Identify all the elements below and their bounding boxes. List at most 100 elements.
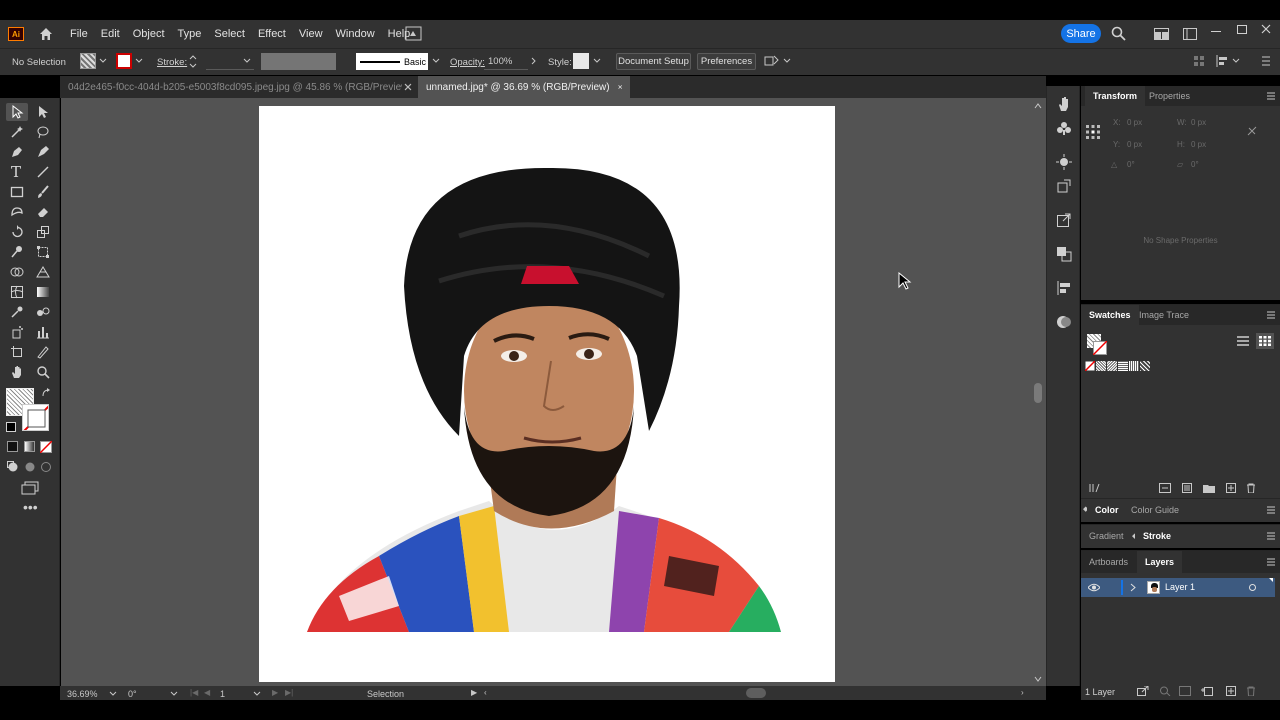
magic-wand-tool-icon[interactable] — [10, 125, 24, 139]
tab-document-1[interactable]: 04d2e465-f0cc-404d-b205-e5003f8cd095.jpe… — [60, 76, 420, 98]
mesh-tool-icon[interactable] — [10, 285, 24, 299]
symbol-sprayer-tool-icon[interactable] — [10, 325, 24, 339]
x-field[interactable]: 0 px — [1127, 118, 1142, 127]
close-icon[interactable] — [1261, 24, 1271, 34]
color-mode-icon[interactable] — [7, 441, 18, 452]
scroll-left-icon[interactable]: ‹ — [484, 688, 487, 697]
first-artboard-icon[interactable]: |◀ — [190, 688, 198, 697]
delete-swatch-icon[interactable] — [1245, 483, 1257, 493]
eraser-tool-icon[interactable] — [36, 205, 50, 219]
workspace-icon[interactable] — [1154, 28, 1169, 40]
panel-menu-icon[interactable] — [1267, 506, 1275, 514]
delete-layer-icon[interactable] — [1245, 686, 1257, 696]
rectangle-tool-icon[interactable] — [10, 185, 24, 199]
opacity-input[interactable]: 100% — [484, 53, 528, 70]
restore-icon[interactable] — [1237, 25, 1247, 34]
angle-field[interactable]: 0° — [1127, 160, 1135, 169]
close-icon[interactable] — [617, 83, 622, 91]
panel-menu-icon[interactable] — [1262, 56, 1270, 66]
placed-photo[interactable] — [259, 106, 835, 682]
draw-normal-icon[interactable] — [7, 461, 19, 473]
default-colors-icon[interactable] — [6, 422, 16, 432]
tab-image-trace[interactable]: Image Trace — [1131, 305, 1197, 325]
swatch-pattern-1[interactable] — [1107, 361, 1117, 371]
screen-mode-icon[interactable] — [21, 481, 39, 495]
new-folder-icon[interactable] — [1203, 483, 1215, 493]
symbols-icon[interactable] — [1056, 120, 1072, 136]
chevron-down-icon[interactable] — [593, 58, 601, 64]
h-field[interactable]: 0 px — [1191, 140, 1206, 149]
tab-properties[interactable]: Properties — [1141, 86, 1198, 106]
slice-tool-icon[interactable] — [36, 345, 50, 359]
transform-icon[interactable] — [1056, 178, 1072, 194]
visibility-eye-icon[interactable] — [1088, 583, 1100, 592]
scale-tool-icon[interactable] — [36, 225, 50, 239]
home-icon[interactable] — [38, 26, 54, 42]
tab-transform[interactable]: Transform — [1085, 86, 1146, 106]
vertical-scroll-thumb[interactable] — [1034, 383, 1042, 403]
menu-effect[interactable]: Effect — [258, 28, 286, 40]
variable-width-profile[interactable] — [261, 53, 336, 70]
puppet-warp-icon[interactable] — [1056, 96, 1072, 112]
stroke-color-box[interactable] — [22, 404, 49, 431]
chevron-down-icon[interactable] — [99, 58, 107, 64]
shape-builder-tool-icon[interactable] — [10, 265, 24, 279]
swatch-stroke-preview[interactable] — [1093, 341, 1107, 355]
y-field[interactable]: 0 px — [1127, 140, 1142, 149]
new-layer-icon[interactable] — [1225, 686, 1237, 696]
shear-field[interactable]: 0° — [1191, 160, 1199, 169]
free-transform-tool-icon[interactable] — [36, 245, 50, 259]
export-icon[interactable] — [1056, 212, 1072, 228]
vertical-scrollbar[interactable] — [1030, 98, 1046, 686]
arrange-icon[interactable] — [764, 54, 780, 68]
tab-layers[interactable]: Layers — [1137, 551, 1183, 573]
chevron-down-icon[interactable] — [170, 691, 178, 697]
chevron-down-icon[interactable] — [243, 58, 251, 64]
tab-document-2[interactable]: unnamed.jpg* @ 36.69 % (RGB/Preview) — [418, 76, 630, 98]
search-icon[interactable] — [1111, 26, 1126, 41]
list-view-icon[interactable] — [1237, 336, 1249, 346]
close-icon[interactable] — [404, 83, 412, 91]
tab-swatches[interactable]: Swatches — [1081, 305, 1139, 325]
minimize-icon[interactable] — [1211, 31, 1221, 32]
menu-view[interactable]: View — [299, 28, 323, 40]
status-menu-icon[interactable]: ▶ — [471, 688, 477, 697]
rotation-view[interactable]: 0° — [128, 689, 137, 699]
gradient-mode-icon[interactable] — [24, 441, 35, 452]
tab-stroke[interactable]: Stroke — [1135, 525, 1180, 547]
menu-file[interactable]: File — [70, 28, 88, 40]
scroll-down-icon[interactable] — [1034, 676, 1042, 682]
expand-arrow-icon[interactable] — [1130, 583, 1136, 592]
swap-colors-icon[interactable] — [41, 388, 51, 398]
horizontal-scroll-thumb[interactable] — [746, 688, 766, 698]
brush-definition[interactable]: Basic — [356, 53, 428, 70]
menu-edit[interactable]: Edit — [101, 28, 120, 40]
tab-color-guide[interactable]: Color Guide — [1123, 499, 1187, 521]
clipping-mask-icon[interactable] — [1179, 686, 1191, 696]
document-setup-button[interactable]: Document Setup — [616, 53, 691, 70]
preferences-button[interactable]: Preferences — [697, 53, 756, 70]
swatch-registration[interactable] — [1096, 361, 1106, 371]
scroll-right-icon[interactable]: › — [1021, 688, 1024, 697]
rotate-tool-icon[interactable] — [10, 225, 24, 239]
artboard[interactable] — [259, 106, 835, 682]
graphic-style-swatch[interactable] — [573, 53, 589, 69]
new-swatch-icon[interactable] — [1225, 483, 1237, 493]
panel-menu-icon[interactable] — [1267, 532, 1275, 540]
paintbrush-tool-icon[interactable] — [36, 185, 50, 199]
chevron-down-icon[interactable] — [109, 691, 117, 697]
column-graph-tool-icon[interactable] — [36, 325, 50, 339]
locate-object-icon[interactable] — [1159, 686, 1171, 696]
swatch-pattern-4[interactable] — [1140, 361, 1150, 371]
chevron-down-icon[interactable] — [1232, 58, 1240, 64]
swatch-pattern-2[interactable] — [1118, 361, 1128, 371]
zoom-tool-icon[interactable] — [36, 365, 50, 379]
tab-artboards[interactable]: Artboards — [1081, 551, 1136, 573]
target-icon[interactable] — [1249, 584, 1256, 591]
curvature-tool-icon[interactable] — [36, 145, 50, 159]
swatch-libraries-icon[interactable] — [1089, 483, 1101, 493]
panel-layout-icon[interactable] — [1183, 28, 1197, 40]
selection-tool-icon[interactable] — [10, 105, 24, 119]
chevron-down-icon[interactable] — [135, 58, 143, 64]
menu-type[interactable]: Type — [178, 28, 202, 40]
